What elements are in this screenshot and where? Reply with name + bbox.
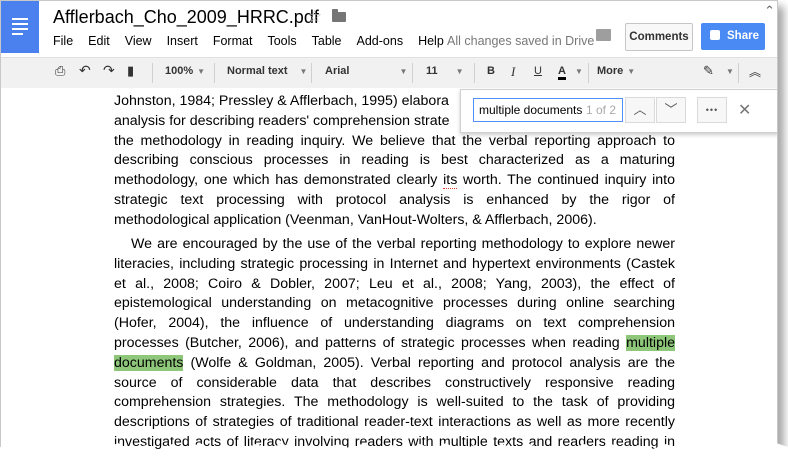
editing-mode-caret-icon[interactable]: ▼ [722, 65, 734, 77]
share-label: Share [727, 30, 759, 42]
menu-bar: File Edit View Insert Format Tools Table Add-on… [53, 34, 459, 48]
paragraph-2: We are encouraged by the use of the verb… [114, 235, 675, 453]
redo-icon[interactable]: ↷ [103, 62, 115, 79]
find-next-button[interactable]: ﹀ [656, 97, 686, 123]
menu-tools[interactable]: Tools [267, 34, 296, 48]
find-match-count: 1 of 2 [585, 103, 616, 117]
style-select[interactable]: Normal text ▼ [227, 65, 307, 77]
text-line: We are encouraged by the use of the verb… [131, 236, 675, 252]
share-icon [710, 30, 720, 40]
document-title[interactable]: Afflerbach_Cho_2009_HRRC.pdf [53, 7, 319, 28]
editing-mode-icon[interactable]: ✎ [703, 63, 714, 79]
text-line: describing conscious processes in readin… [114, 152, 675, 169]
menu-table[interactable]: Table [312, 34, 342, 48]
underline-button[interactable]: U [534, 65, 542, 77]
text-line: (Hofer, 2004), the influence of understa… [114, 315, 675, 332]
docs-logo-icon[interactable] [1, 1, 39, 53]
text-line: descriptions of strategies of traditiona… [114, 414, 675, 431]
torn-edge [0, 443, 788, 469]
save-status[interactable]: All changes saved in Drive [447, 34, 594, 48]
menu-insert[interactable]: Insert [167, 34, 198, 48]
docs-window: Afflerbach_Cho_2009_HRRC.pdf ☆ File Edit V… [0, 0, 778, 459]
window-collapse-icon[interactable]: ⌃ [764, 3, 775, 19]
menu-help[interactable]: Help [418, 34, 444, 48]
comments-button[interactable]: Comments [625, 23, 693, 51]
star-icon[interactable]: ☆ [307, 7, 322, 27]
formatting-toolbar: ⎙ ↶ ↷ ▮ 100% ▼ Normal text ▼ Arial ▼ 11 ▼ B … [1, 57, 777, 89]
font-size-select[interactable]: 11 ▼ [426, 65, 464, 77]
menu-view[interactable]: View [125, 34, 152, 48]
share-button[interactable]: Share [701, 23, 765, 50]
comment-icon[interactable] [596, 29, 611, 41]
find-previous-button[interactable]: ︿ [625, 97, 655, 123]
undo-icon[interactable]: ↶ [79, 62, 91, 79]
print-icon[interactable]: ⎙ [55, 63, 65, 79]
font-select[interactable]: Arial ▼ [325, 65, 407, 77]
find-bar: multiple documents 1 of 2 ︿ ﹀ ••• ✕ [460, 89, 777, 133]
text-line: the methodology in reading inquiry. We b… [114, 132, 675, 149]
document-page[interactable]: Johnston, 1984; Pressley & Afflerbach, 1… [1, 88, 777, 458]
collapse-toolbar-icon[interactable]: ︽ [749, 63, 761, 80]
paint-format-icon[interactable]: ▮ [127, 63, 134, 79]
close-icon[interactable]: ✕ [738, 100, 751, 120]
search-highlight[interactable]: documents [114, 354, 184, 371]
bold-button[interactable]: B [487, 65, 495, 77]
text-line: literacies, including strategic processi… [114, 255, 675, 272]
text-line: processes (Butcher, 2006), and patterns … [114, 334, 675, 351]
text-line: comprehension strategies. The methodolog… [114, 394, 675, 411]
italic-button[interactable]: I [511, 64, 515, 80]
find-input[interactable]: multiple documents 1 of 2 [473, 98, 623, 122]
search-highlight[interactable]: multiple [626, 334, 675, 351]
zoom-select[interactable]: 100% ▼ [165, 65, 205, 77]
text-line: source of considerable data that describ… [114, 374, 675, 391]
menu-addons[interactable]: Add-ons [357, 34, 404, 48]
find-query: multiple documents [479, 103, 583, 117]
find-options-button[interactable]: ••• [697, 97, 727, 123]
menu-format[interactable]: Format [213, 34, 253, 48]
text-line: methodology, one which has demonstrated … [114, 172, 675, 190]
spelling-error[interactable]: its [443, 172, 458, 190]
menu-edit[interactable]: Edit [88, 34, 110, 48]
text-line: epistemological understanding on metacog… [114, 295, 675, 312]
menu-file[interactable]: File [53, 34, 73, 48]
text-line: et al., 2008; Coiro & Dobler, 2007; Leu … [114, 275, 675, 292]
folder-icon[interactable] [332, 9, 346, 22]
text-color-caret-icon[interactable]: ▼ [571, 65, 583, 77]
text-color-button[interactable]: A [558, 65, 566, 80]
text-line: methodological application (Veenman, Van… [114, 211, 597, 228]
text-line: strategic text processing with protocol … [114, 191, 675, 208]
text-line: documents (Wolfe & Goldman, 2005). Verba… [114, 354, 675, 371]
more-menu[interactable]: More ▼ [597, 65, 635, 77]
app-header: Afflerbach_Cho_2009_HRRC.pdf ☆ File Edit V… [1, 1, 777, 57]
